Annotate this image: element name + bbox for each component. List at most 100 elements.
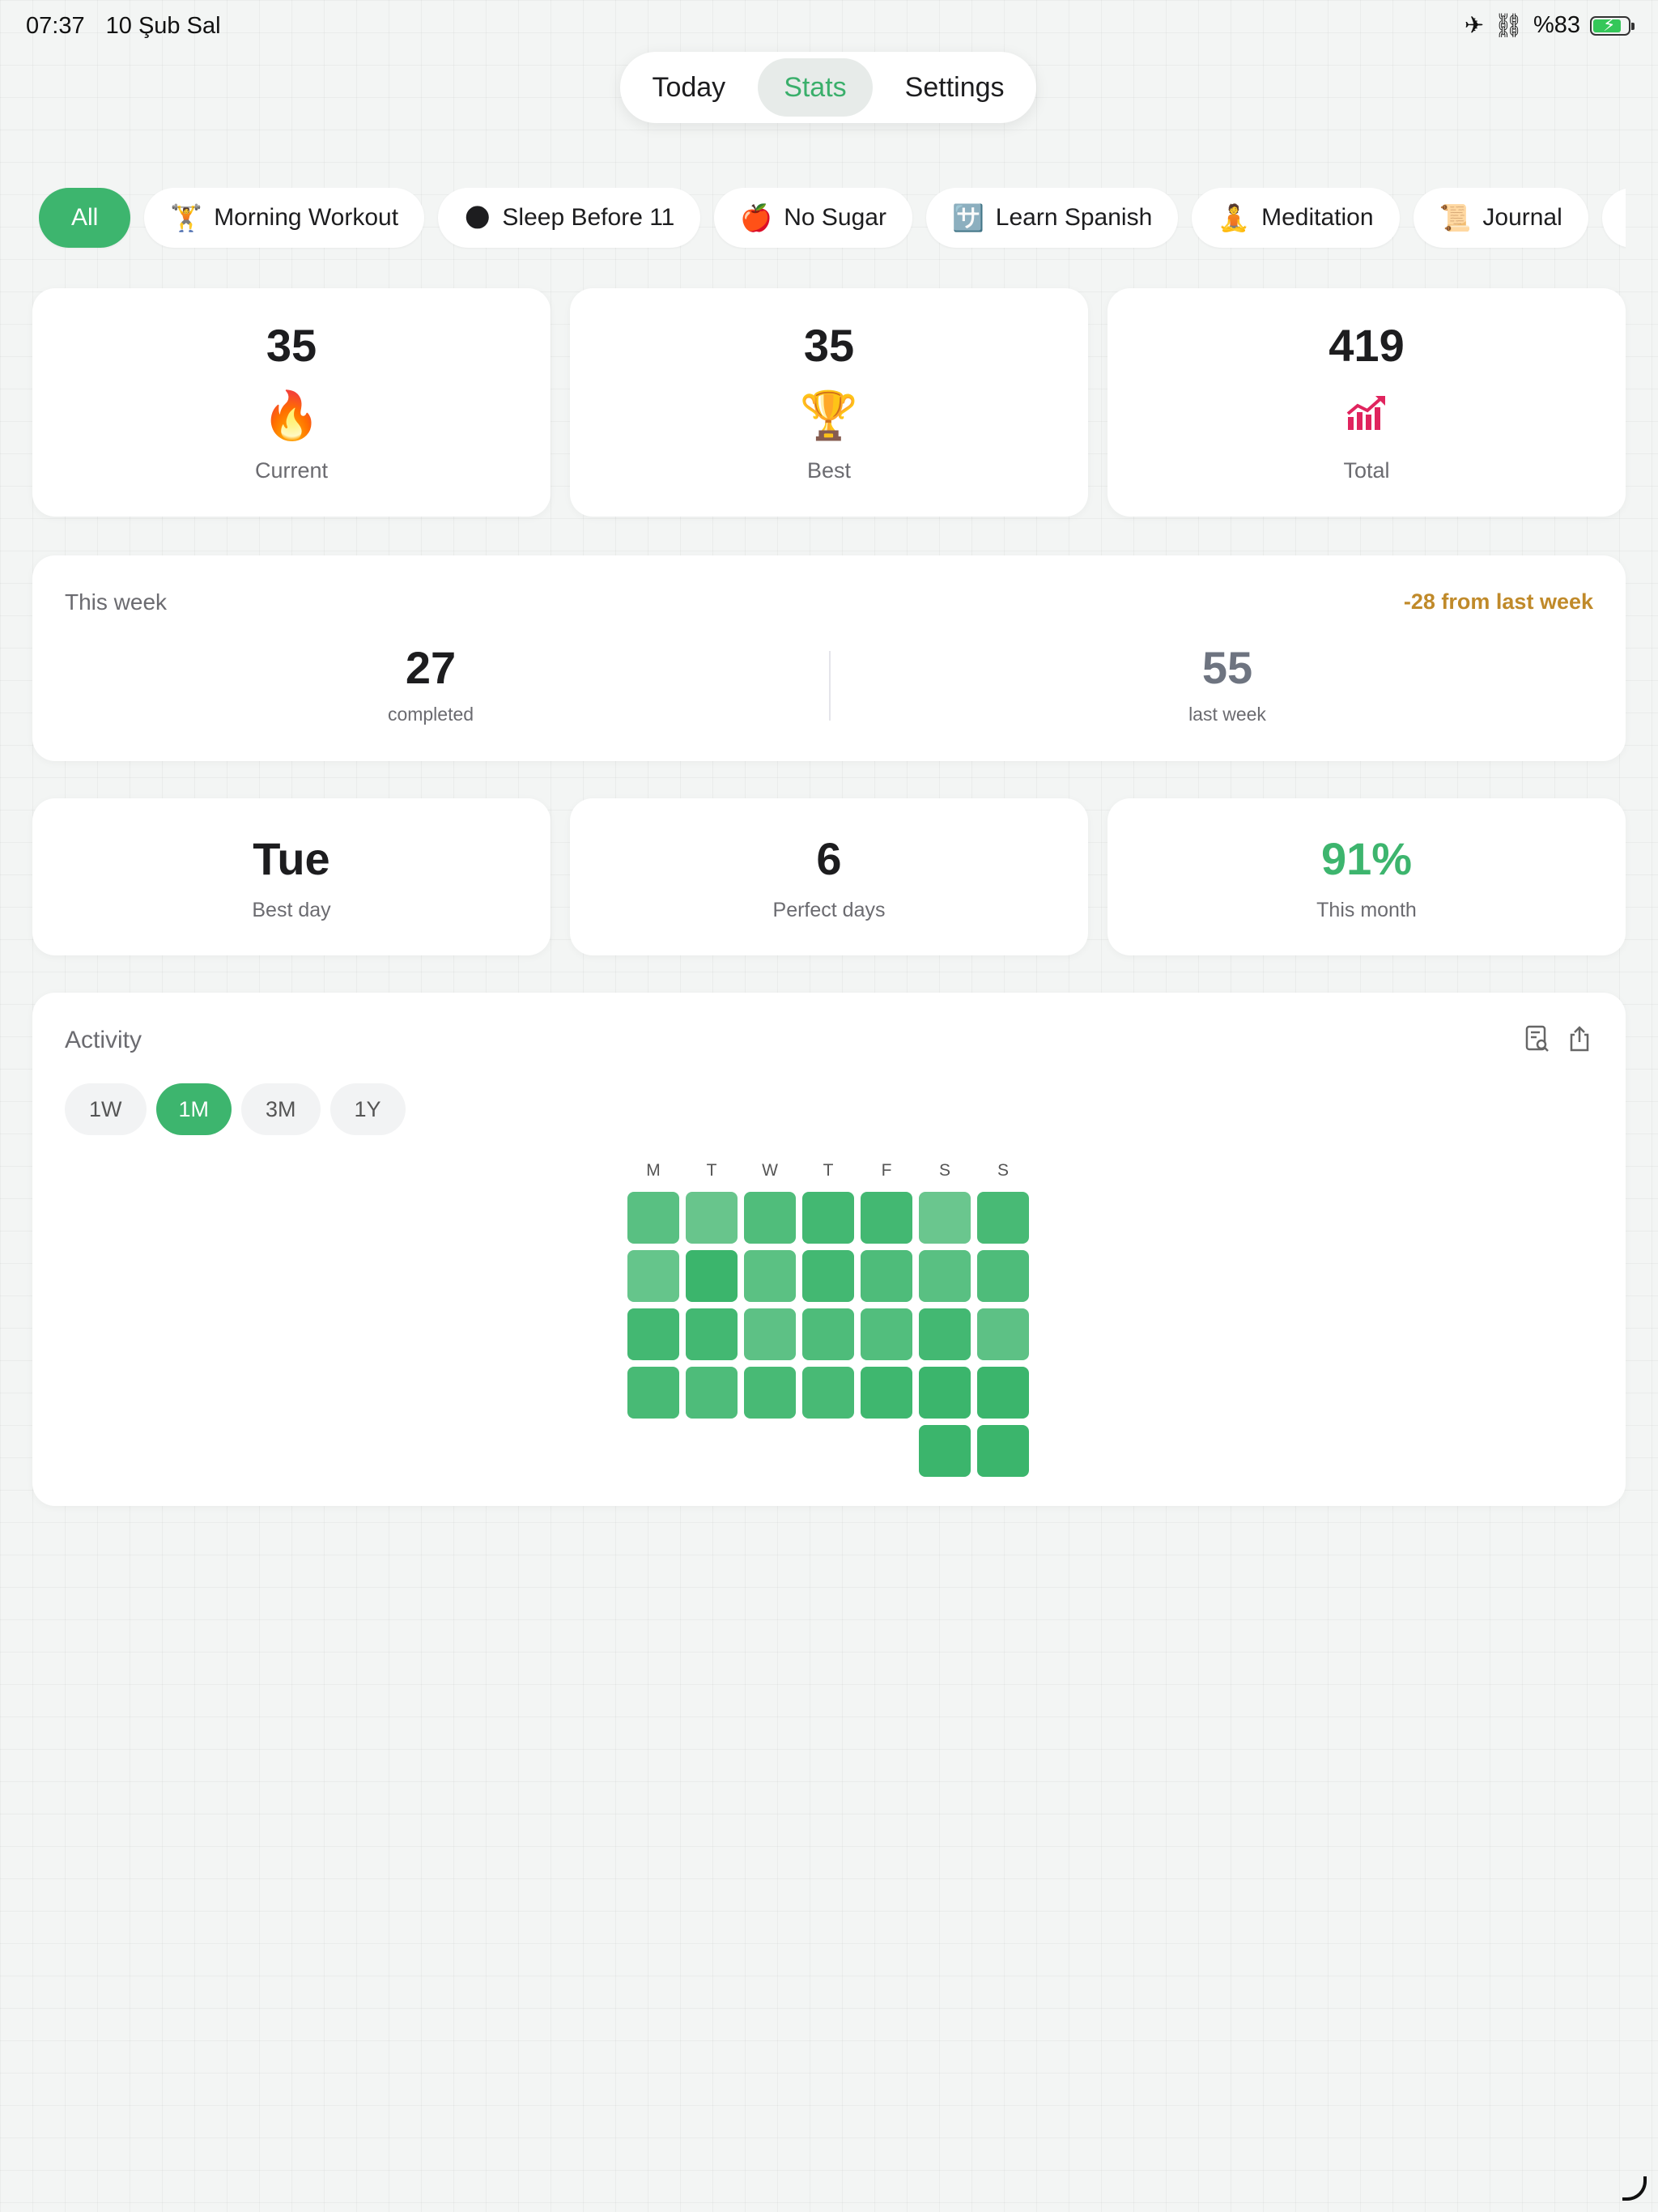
- activity-title: Activity: [65, 1027, 142, 1053]
- heatmap-cell[interactable]: [686, 1308, 738, 1360]
- heatmap-cell[interactable]: [861, 1250, 912, 1302]
- tab-stats[interactable]: Stats: [758, 58, 873, 117]
- heatmap-cell[interactable]: [744, 1192, 796, 1244]
- best-streak-label: Best: [806, 458, 852, 483]
- heatmap-cell[interactable]: [919, 1425, 971, 1477]
- last-week-label: last week: [1188, 704, 1266, 725]
- heatmap-week-row: [627, 1367, 1029, 1419]
- heatmap-cell[interactable]: [744, 1308, 796, 1360]
- trophy-icon: 🏆: [799, 389, 859, 442]
- habit-filter-bar: All 🏋️ Morning Workout 🌑 Sleep Before 11…: [39, 188, 1626, 249]
- range-tab-1w[interactable]: 1W: [65, 1083, 147, 1135]
- current-streak-value: 35: [266, 320, 317, 371]
- heatmap-cell[interactable]: [861, 1192, 912, 1244]
- resize-corner-indicator: [1622, 2176, 1647, 2201]
- habit-chip-no-sugar[interactable]: 🍎 No Sugar: [714, 188, 912, 248]
- weekday-label: T: [706, 1161, 717, 1180]
- perfect-days-card: 6 Perfect days: [570, 798, 1088, 955]
- heatmap-cell[interactable]: [802, 1250, 854, 1302]
- status-date: 10 Şub Sal: [105, 13, 221, 39]
- current-streak-label: Current: [254, 458, 329, 483]
- heatmap-cell[interactable]: [802, 1308, 854, 1360]
- heatmap-cell[interactable]: [686, 1250, 738, 1302]
- habit-chip-all[interactable]: All: [39, 188, 131, 248]
- battery-icon: ⚡: [1590, 15, 1635, 36]
- perfect-days-value: 6: [816, 833, 842, 884]
- heatmap-cell[interactable]: [861, 1308, 912, 1360]
- weekday-label: M: [646, 1161, 661, 1180]
- heatmap-cell[interactable]: [686, 1367, 738, 1419]
- workout-icon: 🏋️: [170, 203, 203, 232]
- heatmap-cell[interactable]: [919, 1308, 971, 1360]
- weekday-label: S: [997, 1161, 1009, 1180]
- habit-chip-learn-spanish[interactable]: 🈂️ Learn Spanish: [925, 188, 1179, 248]
- heatmap-cell[interactable]: [977, 1367, 1029, 1419]
- heatmap-cell[interactable]: [627, 1250, 679, 1302]
- heatmap-cell[interactable]: [802, 1192, 854, 1244]
- share-icon[interactable]: [1566, 1025, 1593, 1053]
- heatmap-cell[interactable]: [977, 1192, 1029, 1244]
- weekday-label: S: [938, 1161, 950, 1180]
- habit-chip-label: Meditation: [1261, 204, 1374, 231]
- habit-chip-label: Learn Spanish: [995, 204, 1153, 231]
- weekday-header: MTWTFSS: [627, 1161, 1029, 1180]
- range-tab-1y[interactable]: 1Y: [329, 1083, 406, 1135]
- heatmap-cell: [686, 1425, 738, 1477]
- heatmap-cell[interactable]: [627, 1308, 679, 1360]
- this-month-card: 91% This month: [1107, 798, 1626, 955]
- heatmap-week-row: [627, 1425, 1029, 1477]
- heatmap-cell[interactable]: [919, 1192, 971, 1244]
- range-tab-3m[interactable]: 3M: [241, 1083, 321, 1135]
- last-week-column: 55 last week: [829, 641, 1626, 725]
- weekday-label: F: [881, 1161, 892, 1180]
- scroll-icon: 📜: [1439, 203, 1472, 232]
- activity-heatmap: MTWTFSS: [627, 1161, 1029, 1483]
- heatmap-cell[interactable]: [977, 1425, 1029, 1477]
- habit-chip-sleep[interactable]: 🌑 Sleep Before 11: [438, 188, 701, 248]
- status-time: 07:37: [26, 13, 85, 39]
- heatmap-cell[interactable]: [919, 1250, 971, 1302]
- tab-settings[interactable]: Settings: [879, 58, 1031, 117]
- total-value: 419: [1329, 320, 1405, 371]
- heatmap-cell[interactable]: [861, 1367, 912, 1419]
- heatmap-cell[interactable]: [627, 1367, 679, 1419]
- habit-chip-label: Sleep Before 11: [502, 204, 675, 231]
- fire-icon: 🔥: [261, 389, 321, 442]
- habit-chip-meditation[interactable]: 🧘 Meditation: [1192, 188, 1400, 248]
- heatmap-cell: [744, 1425, 796, 1477]
- heatmap-week-row: [627, 1250, 1029, 1302]
- status-right: ✈ ⛓ %83 ⚡: [1464, 11, 1635, 40]
- total-card: 419 Total: [1107, 288, 1626, 517]
- this-month-value: 91%: [1320, 833, 1413, 884]
- activity-card: Activity 1W 1M 3M 1Y M T W T F S S: [32, 993, 1626, 1506]
- range-selector: 1W 1M 3M 1Y: [65, 1083, 406, 1135]
- heatmap-cell: [627, 1425, 679, 1477]
- habit-chip-more[interactable]: 📚: [1601, 188, 1626, 248]
- report-icon[interactable]: [1524, 1025, 1551, 1053]
- range-tab-1m[interactable]: 1M: [155, 1083, 232, 1135]
- airplane-icon: ✈: [1464, 13, 1485, 39]
- habit-chip-label: All: [71, 204, 99, 231]
- heatmap-cell: [802, 1425, 854, 1477]
- habit-chip-morning-workout[interactable]: 🏋️ Morning Workout: [144, 188, 425, 248]
- heatmap-cell[interactable]: [627, 1192, 679, 1244]
- meditation-icon: 🧘: [1218, 203, 1251, 232]
- best-day-value: Tue: [253, 833, 330, 884]
- link-icon: ⛓: [1494, 12, 1524, 39]
- heatmap-cell[interactable]: [802, 1367, 854, 1419]
- best-day-label: Best day: [252, 899, 331, 921]
- habit-chip-journal[interactable]: 📜 Journal: [1413, 188, 1588, 248]
- heatmap-cell[interactable]: [919, 1367, 971, 1419]
- habit-chip-label: No Sugar: [784, 204, 886, 231]
- heatmap-week-row: [627, 1192, 1029, 1244]
- heatmap-cell[interactable]: [977, 1250, 1029, 1302]
- heatmap-cell[interactable]: [686, 1192, 738, 1244]
- heatmap-grid: [627, 1192, 1029, 1477]
- apple-icon: 🍎: [740, 203, 773, 232]
- heatmap-cell[interactable]: [744, 1250, 796, 1302]
- heatmap-cell[interactable]: [977, 1308, 1029, 1360]
- activity-actions: [1524, 1025, 1593, 1053]
- tab-today[interactable]: Today: [626, 58, 751, 117]
- heatmap-cell[interactable]: [744, 1367, 796, 1419]
- current-streak-card: 35 🔥 Current: [32, 288, 551, 517]
